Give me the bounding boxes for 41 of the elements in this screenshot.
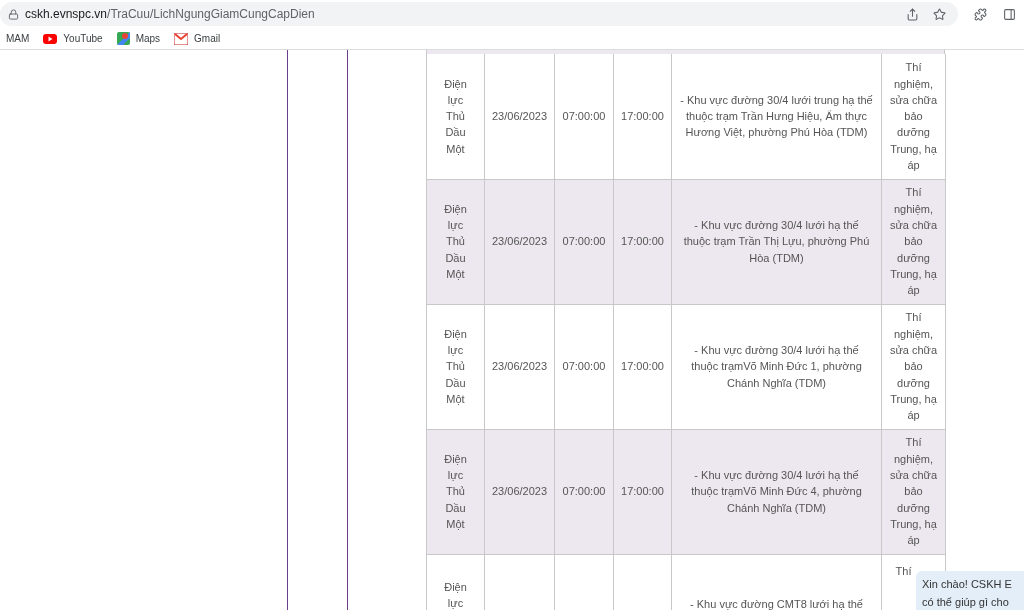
table-cell: - Khu vực đường CMT8 lưới hạ thế <box>671 554 882 610</box>
table-cell: Thí nghiệm, sửa chữa bảo dưỡng Trung, hạ áp <box>881 429 946 554</box>
table-cell: 23/06/2023 <box>484 179 555 304</box>
table-cell: 23/06/2023 <box>484 304 555 429</box>
map-pin-icon <box>116 32 130 45</box>
table-cell: 17:00:00 <box>613 179 672 304</box>
lock-icon <box>8 8 19 20</box>
table-cell: 07:00:00 <box>554 429 614 554</box>
table-cell: 23/06/2023 <box>484 54 555 179</box>
table-cell: Thí nghiệm, sửa chữa bảo dưỡng Trung, hạ áp <box>881 179 946 304</box>
table-cell: Thí nghiệm, sửa chữa bảo dưỡng Trung, hạ áp <box>881 304 946 429</box>
table-cell: 23/06/2023 <box>484 429 555 554</box>
table-cell: - Khu vực đường 30/4 lưới hạ thế thuộc trạm Trần Thị Lựu, phường Phú Hòa (TDM) <box>671 179 882 304</box>
chat-bubble[interactable]: Xin chào! CSKH E có thể giúp gì cho <box>916 571 1024 610</box>
table-cell: - Khu vực đường 30/4 lưới hạ thế thuộc trạmVõ Minh Đức 4, phường Chánh Nghĩa (TDM) <box>671 429 882 554</box>
bookmark[interactable]: Gmail <box>174 31 221 46</box>
star-icon[interactable] <box>933 7 946 21</box>
puzzle-icon[interactable] <box>974 7 987 21</box>
table-cell: Điện lực Thủ Dầu Một <box>426 54 485 179</box>
bookmark[interactable]: YouTube <box>43 31 103 46</box>
address-bar[interactable]: cskh.evnspc.vn/TraCuu/LichNgungGiamCungCapDien <box>0 2 958 26</box>
play-icon <box>43 33 58 44</box>
table-cell: - Khu vực đường 30/4 lưới trung hạ thế thuộc trạm Trần Hưng Hiệu, Ẩm thực Hương Việt, phường Phú Hòa (TDM) <box>671 54 882 179</box>
table-cell: Điện lực Thủ Dầu Một <box>426 429 485 554</box>
table-cell: Điện lực Thủ Dầu Một <box>426 304 485 429</box>
table-cell: 17:00:00 <box>613 54 672 179</box>
table-cell: 07:00:00 <box>554 304 614 429</box>
table-cell: 17:00:00 <box>613 304 672 429</box>
table-cell: Thí nghiệm, sửa chữa bảo dưỡng Trung, hạ áp <box>881 54 946 179</box>
table-cell: 07:00:00 <box>554 179 614 304</box>
table-cell: 17:00:00 <box>613 429 672 554</box>
bookmark[interactable]: Maps <box>116 31 161 46</box>
envelope-icon <box>174 32 189 45</box>
table-cell: 07:00:00 <box>554 54 614 179</box>
url-text: cskh.evnspc.vn/TraCuu/LichNgungGiamCungCapDien <box>25 6 315 23</box>
bookmark[interactable]: MAM <box>6 31 30 46</box>
table-cell: Điện lực Thủ Dầu Một <box>426 179 485 304</box>
side-panel-icon[interactable] <box>1003 7 1016 21</box>
table-cell: - Khu vực đường 30/4 lưới hạ thế thuộc trạmVõ Minh Đức 1, phường Chánh Nghĩa (TDM) <box>671 304 882 429</box>
share-icon[interactable] <box>906 7 919 21</box>
table-cell: Điện lực <box>426 554 485 610</box>
